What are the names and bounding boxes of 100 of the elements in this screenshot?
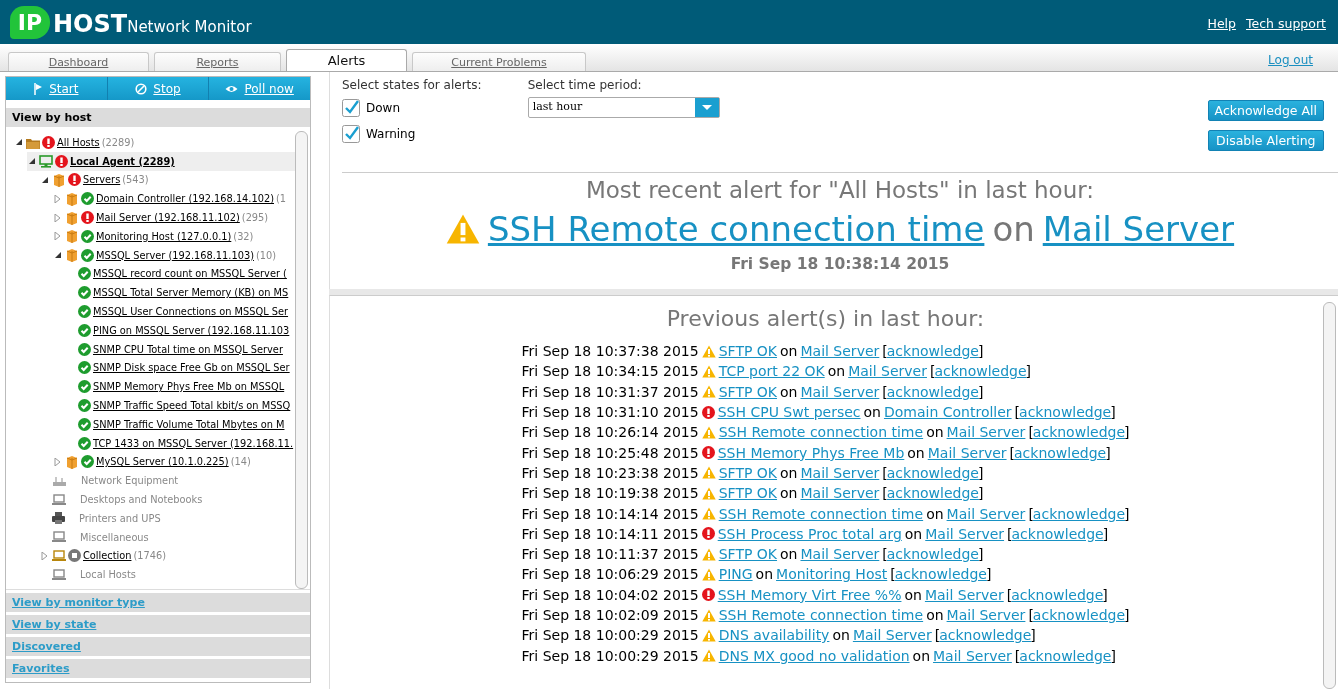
tree-link[interactable]: MSSQL Total Server Memory (KB) on MS	[93, 287, 289, 299]
tree-link[interactable]: SNMP Traffic Speed Total kbit/s on MSSQ	[93, 400, 291, 412]
acknowledge-link[interactable]: acknowledge	[1019, 404, 1112, 421]
accordion-header[interactable]: Favorites	[6, 659, 310, 678]
tab[interactable]: Dashboard	[8, 52, 149, 71]
acknowledge-link[interactable]: acknowledge	[886, 485, 979, 502]
acknowledge-link[interactable]: acknowledge	[1032, 607, 1126, 623]
action-button[interactable]: Acknowledge All	[1207, 100, 1324, 121]
host-link[interactable]: Mail Server	[1042, 209, 1235, 249]
host-link[interactable]: Mail Server	[848, 363, 927, 380]
tree-link[interactable]: SNMP Memory Phys Free Mb on MSSQL	[93, 381, 285, 393]
acknowledge-link[interactable]: acknowledge	[1011, 586, 1104, 603]
tree-link[interactable]: TCP 1433 on MSSQL Server (192.168.11.	[93, 437, 294, 449]
tree-link[interactable]: MySQL Server (10.1.0.225)	[96, 456, 229, 468]
server-icon	[65, 229, 79, 244]
acknowledge-link[interactable]: acknowledge	[1032, 424, 1126, 441]
tree-label[interactable]: Printers and UPS	[79, 512, 161, 524]
acknowledge-link[interactable]: acknowledge	[939, 627, 1032, 644]
acknowledge-link[interactable]: acknowledge	[1011, 525, 1104, 542]
monitor-link[interactable]: PING	[718, 566, 753, 583]
accordion-header[interactable]: Discovered	[6, 637, 310, 656]
host-link[interactable]: Mail Server	[946, 607, 1026, 623]
tree-label[interactable]: Miscellaneous	[80, 531, 149, 543]
monitor-link[interactable]: SFTP OK	[718, 485, 778, 502]
host-link[interactable]: Mail Server	[852, 627, 932, 644]
host-link[interactable]: Mail Server	[924, 586, 1004, 603]
tree-link[interactable]: Domain Controller (192.168.14.102)	[96, 193, 274, 205]
tab[interactable]: Current Problems	[412, 52, 586, 71]
monitor-link[interactable]: SFTP OK	[718, 546, 778, 563]
bracket-text: [	[1009, 444, 1016, 461]
monitor-link[interactable]: SFTP OK	[718, 383, 778, 400]
tab[interactable]: Alerts	[286, 49, 407, 71]
host-link[interactable]: Mail Server	[800, 383, 880, 400]
host-link[interactable]: Mail Server	[933, 647, 1012, 664]
tree-link[interactable]: All Hosts	[57, 136, 100, 148]
monitor-link[interactable]: SSH Remote connection time	[718, 424, 924, 441]
header-link[interactable]: Tech support	[1246, 15, 1326, 31]
toolbar-button[interactable]: Stop	[107, 77, 210, 100]
acknowledge-link[interactable]: acknowledge	[886, 343, 979, 360]
tree-link[interactable]: Local Agent (2289)	[70, 155, 175, 167]
tree-label[interactable]: Network Equipment	[81, 475, 179, 487]
host-link[interactable]: Mail Server	[800, 546, 880, 563]
toolbar-button[interactable]: Poll now	[209, 77, 310, 100]
accordion-header[interactable]: View by state	[6, 615, 310, 634]
host-link[interactable]: Monitoring Host	[776, 566, 888, 583]
tree-link[interactable]: Collection	[83, 550, 132, 562]
tree-label[interactable]: Desktops and Notebooks	[80, 494, 203, 506]
tree-link[interactable]: MSSQL User Connections on MSSQL Ser	[93, 306, 289, 318]
tree-link[interactable]: Servers	[83, 174, 121, 186]
monitor-link[interactable]: SSH Remote connection time	[718, 505, 924, 522]
accordion-header[interactable]: View by monitor type	[6, 593, 310, 612]
acknowledge-link[interactable]: acknowledge	[886, 464, 979, 481]
tree-link[interactable]: Mail Server (192.168.11.102)	[96, 212, 240, 224]
host-link[interactable]: Mail Server	[800, 343, 880, 360]
host-link[interactable]: Mail Server	[800, 464, 880, 481]
tree-link[interactable]: SNMP Traffic Volume Total Mbytes on M	[93, 418, 285, 430]
acknowledge-link[interactable]: acknowledge	[886, 383, 979, 400]
acknowledge-link[interactable]: acknowledge	[1014, 444, 1107, 461]
monitor-link[interactable]: SSH Remote connection time	[718, 607, 924, 623]
tree-label[interactable]: Local Hosts	[80, 569, 136, 581]
checkbox[interactable]	[342, 125, 360, 143]
acknowledge-link[interactable]: acknowledge	[1032, 505, 1126, 522]
tree-link[interactable]: SNMP Disk space Free Gb on MSSQL Ser	[93, 362, 290, 374]
server-icon	[65, 210, 79, 225]
toolbar-button[interactable]: Start	[6, 77, 108, 100]
monitor-link[interactable]: SSH Process Proc total arg	[717, 525, 902, 542]
scrollbar[interactable]	[295, 131, 308, 589]
acknowledge-link[interactable]: acknowledge	[894, 566, 987, 583]
monitor-link[interactable]: DNS MX good no validation	[718, 647, 910, 664]
checkbox[interactable]	[342, 99, 360, 117]
tree-link[interactable]: MSSQL record count on MSSQL Server (	[93, 268, 287, 280]
logout-link[interactable]: Log out	[1268, 53, 1313, 67]
host-link[interactable]: Domain Controller	[883, 404, 1012, 421]
tree-link[interactable]: SNMP CPU Total time on MSSQL Server	[93, 343, 283, 355]
monitor-link[interactable]: SSH Remote connection time	[487, 209, 985, 249]
tree-link[interactable]: PING on MSSQL Server (192.168.11.103	[93, 324, 290, 336]
monitor-link[interactable]: SSH Memory Virt Free %%	[717, 586, 902, 603]
host-link[interactable]: Mail Server	[946, 505, 1026, 522]
acknowledge-link[interactable]: acknowledge	[934, 363, 1027, 380]
monitor-link[interactable]: DNS availability	[718, 627, 830, 644]
monitor-link[interactable]: SSH CPU Swt persec	[717, 404, 861, 421]
connector-text: on	[780, 343, 798, 360]
header-link[interactable]: Help	[1207, 15, 1237, 31]
host-link[interactable]: Mail Server	[946, 424, 1026, 441]
host-link[interactable]: Mail Server	[927, 444, 1007, 461]
tree-link[interactable]: Monitoring Host (127.0.0.1)	[96, 230, 232, 242]
scrollbar[interactable]	[1323, 302, 1336, 689]
acknowledge-link[interactable]: acknowledge	[1019, 647, 1112, 664]
host-link[interactable]: Mail Server	[925, 525, 1005, 542]
tab[interactable]: Reports	[154, 52, 281, 71]
monitor-link[interactable]: SFTP OK	[718, 464, 778, 481]
tree-link[interactable]: MSSQL Server (192.168.11.103)	[96, 249, 254, 261]
monitor-link[interactable]: TCP port 22 OK	[718, 363, 825, 380]
period-dropdown[interactable]: last hour	[527, 97, 720, 118]
acknowledge-link[interactable]: acknowledge	[886, 546, 979, 563]
server-icon	[52, 173, 66, 187]
monitor-link[interactable]: SFTP OK	[718, 343, 778, 360]
action-button[interactable]: Disable Alerting	[1207, 130, 1324, 151]
host-link[interactable]: Mail Server	[800, 485, 880, 502]
monitor-link[interactable]: SSH Memory Phys Free Mb	[717, 444, 905, 461]
